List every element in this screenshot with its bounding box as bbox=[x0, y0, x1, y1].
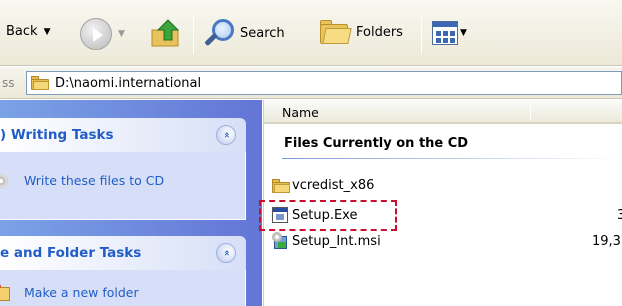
cd-icon bbox=[0, 172, 14, 188]
file-size: 19,3 bbox=[592, 233, 621, 249]
address-path: D:\naomi.international bbox=[55, 75, 202, 91]
up-folder-button[interactable] bbox=[150, 16, 184, 50]
writing-tasks-body: Write these files to CD bbox=[0, 152, 246, 220]
search-button[interactable]: Search bbox=[204, 17, 285, 49]
views-button[interactable]: ▼ bbox=[432, 21, 467, 45]
up-folder-icon bbox=[151, 19, 180, 47]
make-new-folder-link[interactable]: Make a new folder bbox=[0, 284, 139, 301]
group-divider bbox=[282, 158, 622, 159]
toolbar-separator bbox=[421, 14, 422, 54]
folder-icon bbox=[272, 178, 290, 193]
column-header: Name bbox=[264, 100, 622, 124]
write-files-to-cd-label: Write these files to CD bbox=[24, 172, 165, 188]
folder-icon bbox=[31, 76, 49, 90]
back-dropdown-icon[interactable]: ▼ bbox=[44, 27, 51, 37]
highlight-annotation bbox=[259, 200, 397, 231]
toolbar-separator bbox=[193, 14, 194, 54]
back-button[interactable]: Back ▼ bbox=[6, 24, 50, 39]
back-label: Back bbox=[6, 24, 38, 39]
file-name: vcredist_x86 bbox=[292, 178, 375, 193]
address-bar: ss D:\naomi.international bbox=[0, 67, 622, 99]
collapse-file-folder-tasks-icon[interactable]: « bbox=[216, 243, 236, 263]
write-files-to-cd-link[interactable]: Write these files to CD bbox=[0, 172, 164, 188]
msi-installer-icon bbox=[272, 232, 290, 250]
address-label: ss bbox=[2, 76, 15, 90]
search-icon bbox=[204, 17, 236, 49]
column-name-header[interactable]: Name bbox=[282, 105, 319, 120]
toolbar: Back ▼ ▼ Search Folders ▼ bbox=[0, 0, 622, 66]
collapse-writing-tasks-icon[interactable]: « bbox=[216, 125, 236, 145]
forward-arrow-icon bbox=[80, 18, 112, 50]
task-pane: ) Writing Tasks « Write these files to C… bbox=[0, 100, 262, 306]
new-folder-icon bbox=[0, 284, 14, 301]
column-divider[interactable] bbox=[530, 103, 531, 121]
file-name: Setup_Int.msi bbox=[292, 233, 381, 249]
file-folder-tasks-body: Make a new folder bbox=[0, 270, 246, 306]
file-row-vcredist[interactable]: vcredist_x86 bbox=[272, 178, 374, 193]
search-label: Search bbox=[240, 25, 285, 41]
make-new-folder-label: Make a new folder bbox=[24, 284, 139, 300]
group-title: Files Currently on the CD bbox=[284, 136, 469, 151]
folders-button[interactable]: Folders bbox=[318, 18, 403, 46]
file-folder-tasks-header[interactable]: e and Folder Tasks « bbox=[0, 236, 246, 270]
writing-tasks-header[interactable]: ) Writing Tasks « bbox=[0, 118, 246, 152]
address-input[interactable]: D:\naomi.international bbox=[26, 71, 622, 95]
views-dropdown-icon[interactable]: ▼ bbox=[460, 28, 467, 38]
forward-dropdown-icon[interactable]: ▼ bbox=[118, 29, 125, 39]
file-size: 3 bbox=[617, 207, 622, 223]
views-icon bbox=[432, 21, 458, 45]
folders-label: Folders bbox=[356, 24, 403, 40]
writing-tasks-title: ) Writing Tasks bbox=[0, 127, 114, 143]
folders-icon bbox=[318, 18, 352, 46]
file-folder-tasks-title: e and Folder Tasks bbox=[0, 245, 142, 261]
forward-button[interactable]: ▼ bbox=[80, 18, 125, 50]
file-row-setup-int-msi[interactable]: Setup_Int.msi 19,3 bbox=[272, 232, 621, 250]
